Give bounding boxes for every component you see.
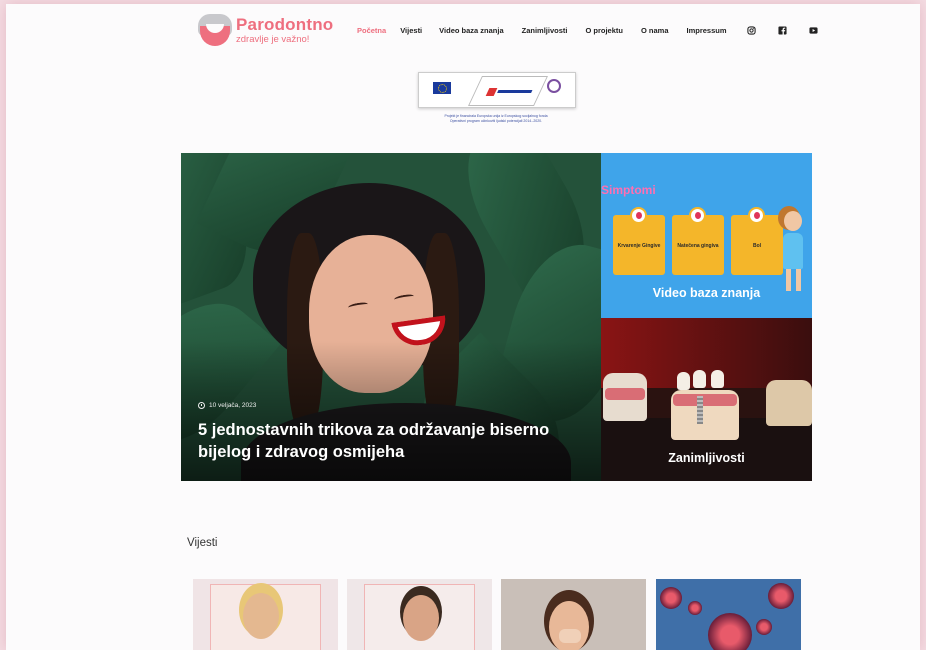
hero-article[interactable]: 10 veljača, 2023 5 jednostavnih trikova … (181, 153, 601, 481)
partner-logo (547, 79, 561, 93)
video-baza-znanja-card[interactable]: Simptomi Krvarenje Gingive Natečena ging… (601, 153, 812, 318)
page: Parodontno zdravlje je važno! Početna Vi… (6, 4, 920, 650)
vijesti-section-title: Vijesti (187, 537, 218, 549)
eu-flag-icon (433, 82, 451, 94)
video-card-label[interactable]: Video baza znanja (601, 286, 812, 300)
news-card[interactable] (347, 579, 492, 650)
dental-implant-image (697, 396, 703, 424)
hero-title[interactable]: 5 jednostavnih trikova za održavanje bis… (198, 420, 598, 463)
symptom-label: Bol (752, 243, 762, 249)
pain-face-icon (748, 207, 765, 224)
nav-item-o-projektu[interactable]: O projektu (585, 26, 623, 35)
nav-item-vijesti[interactable]: Vijesti (400, 26, 422, 35)
tooth-logo-icon (198, 14, 232, 46)
hero-date-text: 10 veljača, 2023 (209, 402, 257, 409)
clock-icon (198, 402, 205, 409)
nav-item-impressum[interactable]: Impressum (687, 26, 727, 35)
zanimljivosti-card[interactable]: Zanimljivosti (601, 318, 812, 481)
cartoon-girl (784, 211, 802, 231)
symptom-label: Natečena gingiva (677, 243, 719, 249)
zanimljivosti-card-label[interactable]: Zanimljivosti (601, 451, 812, 465)
nav-item-zanimljivosti[interactable]: Zanimljivosti (522, 26, 568, 35)
news-card[interactable] (656, 579, 801, 650)
simptomi-heading: Simptomi (601, 183, 656, 197)
gum-icon (689, 207, 706, 224)
eu-caption: Projekt je financirala Europska unija iz… (444, 114, 548, 123)
eu-funding-banner (418, 72, 576, 108)
instagram-icon[interactable] (746, 26, 756, 35)
blood-drop-icon (630, 207, 647, 224)
symptom-box: Natečena gingiva (672, 207, 724, 275)
facebook-icon[interactable] (777, 26, 787, 35)
news-card[interactable] (501, 579, 646, 650)
symptom-box: Krvarenje Gingive (613, 207, 665, 275)
nav-item-video-baza-znanja[interactable]: Video baza znanja (439, 26, 503, 35)
hero-date: 10 veljača, 2023 (198, 402, 256, 409)
site-logo[interactable]: Parodontno zdravlje je važno! (198, 14, 333, 46)
main-nav: Početna Vijesti Video baza znanja Zaniml… (357, 26, 818, 35)
nav-item-o-nama[interactable]: O nama (641, 26, 669, 35)
symptom-box: Bol (731, 207, 783, 275)
symptom-label: Krvarenje Gingive (617, 243, 661, 249)
news-card[interactable] (193, 579, 338, 650)
nav-item-pocetna[interactable]: Početna (357, 26, 386, 35)
logo-name: Parodontno (236, 14, 334, 34)
youtube-icon[interactable] (808, 26, 818, 35)
esf-logo (468, 76, 548, 106)
logo-tagline: zdravlje je važno! (236, 33, 310, 45)
